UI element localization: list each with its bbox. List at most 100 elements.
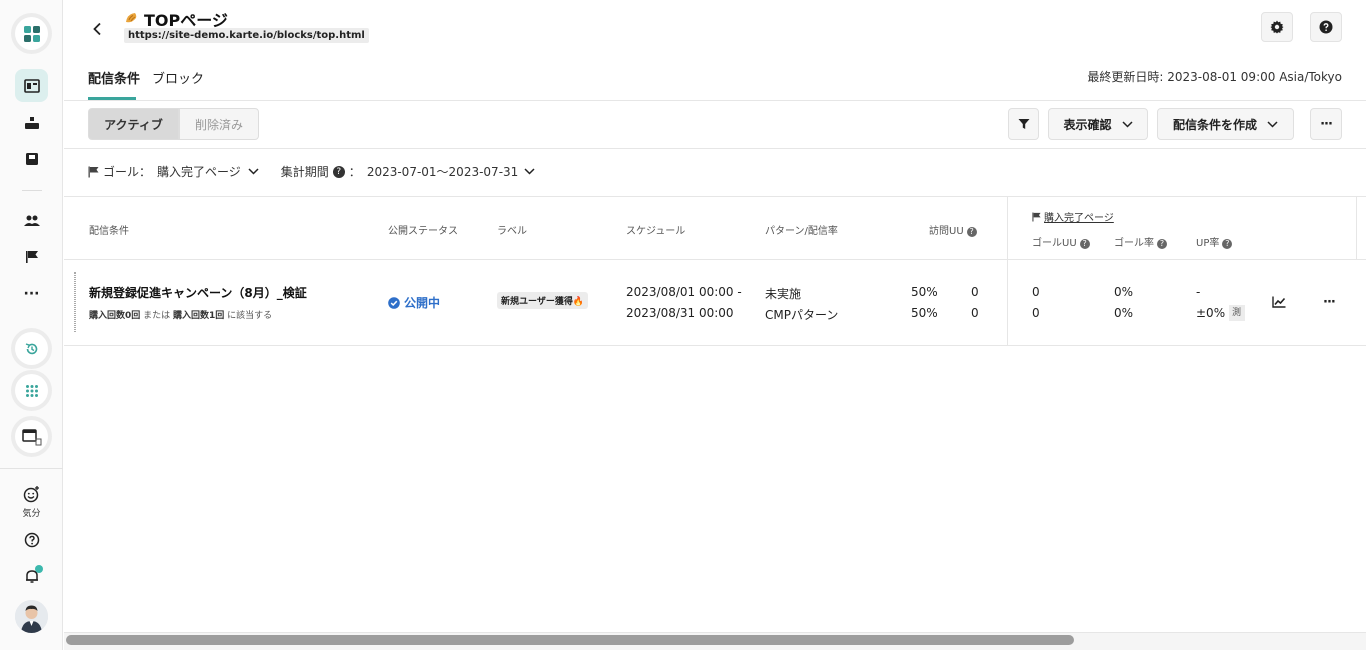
croissant-icon [126,13,137,23]
smiley-add-icon [23,486,39,503]
chevron-down-icon [1267,120,1278,128]
campaign-condition: 購入回数0回 または 購入回数1回 に該当する [89,308,272,321]
toolbar-divider [64,148,1366,149]
page-url: https://site-demo.karte.io/blocks/top.ht… [124,28,369,43]
col-header-goal-uu: ゴールUU? [1032,234,1090,249]
pattern-1-up-rate: - [1196,285,1201,299]
pattern-2-visit-uu: 0 [971,306,979,320]
campaign-name[interactable]: 新規登録促進キャンペーン（8月）_検証 [89,284,307,301]
help-icon[interactable]: ? [1222,239,1233,249]
period-sep: ： [348,165,361,179]
sidebar-item-book[interactable] [15,142,48,175]
col-header-label: ラベル [497,226,527,237]
user-avatar[interactable] [15,600,48,633]
table-row-divider [64,345,1366,346]
measure-tag: 測定 [1229,305,1245,321]
sidebar-item-structure[interactable] [15,106,48,139]
help-icon[interactable]: ? [1157,239,1167,249]
filter-button[interactable] [1008,108,1039,140]
sidebar-item-goals[interactable] [15,240,48,273]
help-icon[interactable]: ? [1079,239,1090,249]
header-right-divider [1356,197,1357,259]
filter-active-toggle[interactable]: アクティブ [88,108,179,140]
condition-tail: に該当する [227,311,273,321]
chevron-down-icon [248,168,259,175]
col-header-goal-uu-text: ゴールUU [1032,238,1077,249]
sidebar-item-blocks[interactable] [15,69,48,102]
layout-icon [23,78,40,93]
goal-page-link-text: 購入完了ページ [1044,213,1114,224]
filter-divider [64,196,1366,197]
back-button[interactable] [86,18,108,40]
period-value: 2023-07-01〜2023-07-31 [366,165,519,179]
window-copy-icon [21,428,41,445]
period-help-icon[interactable]: ? [332,165,345,178]
funnel-icon [1018,119,1029,129]
toolbar-more-button[interactable]: ··· [1310,108,1342,140]
create-condition-label: 配信条件を作成 [1172,117,1257,132]
flag-icon [1032,212,1041,221]
pattern-1-goal-rate: 0% [1114,285,1134,299]
gear-icon [1270,20,1284,34]
check-circle-icon [388,296,400,309]
period-dropdown[interactable]: 2023-07-01〜2023-07-31 [367,163,535,180]
flag-icon [25,250,38,263]
sidebar-item-users[interactable] [15,204,48,237]
preview-dropdown-button[interactable]: 表示確認 [1048,108,1148,140]
chevron-down-icon [1121,120,1133,128]
sidebar-mood-label: 気分 [22,509,41,519]
col-header-visit-uu-text: 訪問UU [929,226,964,237]
goal-page-link[interactable]: 購入完了ページ [1032,209,1114,224]
goal-value: 購入完了ページ [157,165,241,179]
goal-section-divider [1007,197,1008,345]
help-button[interactable] [1310,12,1342,42]
chevron-down-icon [524,168,535,175]
sidebar-mood-button[interactable] [15,482,48,506]
pattern-1-visit-uu: 0 [971,285,979,299]
filter-deleted-toggle[interactable]: 削除済み [179,108,259,140]
hierarchy-icon [24,116,39,129]
sidebar-history-button[interactable] [15,332,48,365]
col-header-pattern: パターン/配信率 [765,226,838,237]
tab-blocks[interactable]: ブロック [152,68,204,87]
pattern-2-goal-rate: 0% [1114,306,1134,320]
period-label: 集計期間 [280,165,329,179]
drag-handle[interactable] [74,272,76,332]
col-header-up-rate-text: UP率 [1196,238,1220,249]
row-more-button[interactable]: ··· [1323,295,1336,310]
sidebar-window-button[interactable] [15,420,48,453]
app-grid-logo-icon [23,25,40,42]
pattern-2-goal-uu: 0 [1032,306,1040,320]
report-chart-button[interactable] [1272,296,1288,310]
sidebar-notifications-button[interactable] [15,559,48,592]
app-logo-button[interactable] [15,17,48,50]
col-header-schedule: スケジュール [626,226,686,237]
sidebar-apps-button[interactable] [15,374,48,407]
sidebar-help-button[interactable] [15,523,48,556]
settings-button[interactable] [1261,12,1293,42]
sidebar-item-more[interactable]: ··· [15,277,48,310]
status-badge: 公開中 [388,294,440,311]
help-circle-icon [24,532,39,547]
sidebar-divider [0,468,63,469]
tab-delivery-conditions[interactable]: 配信条件 [88,68,140,87]
create-condition-button[interactable]: 配信条件を作成 [1157,108,1294,140]
pattern-2-name: CMPパターン [765,308,839,322]
help-icon[interactable]: ? [966,227,977,237]
goal-label: ゴール： [103,165,152,179]
schedule-start: 2023/08/01 00:00 - [626,285,742,299]
pattern-1-name: 未実施 [765,287,802,301]
users-icon [23,215,40,226]
filter-row: ゴール： 購入完了ページ 集計期間 ? ： 2023-07-01〜2023-07… [88,163,535,180]
more-dots-icon: ··· [1320,116,1333,132]
more-dots-icon: ··· [1323,295,1336,310]
goal-dropdown[interactable]: 購入完了ページ [157,163,259,180]
app-root: ··· 気分 TOPページ https://site-demo.karte.io… [0,0,1366,650]
history-icon [25,342,37,354]
col-header-status: 公開ステータス [388,226,458,237]
horizontal-scrollbar-thumb[interactable] [66,635,1074,645]
last-updated-text: 最終更新日時: 2023-08-01 09:00 Asia/Tokyo [1087,70,1342,84]
status-text: 公開中 [404,296,441,310]
pattern-1-rate: 50% [911,285,938,299]
flag-icon [88,166,99,177]
